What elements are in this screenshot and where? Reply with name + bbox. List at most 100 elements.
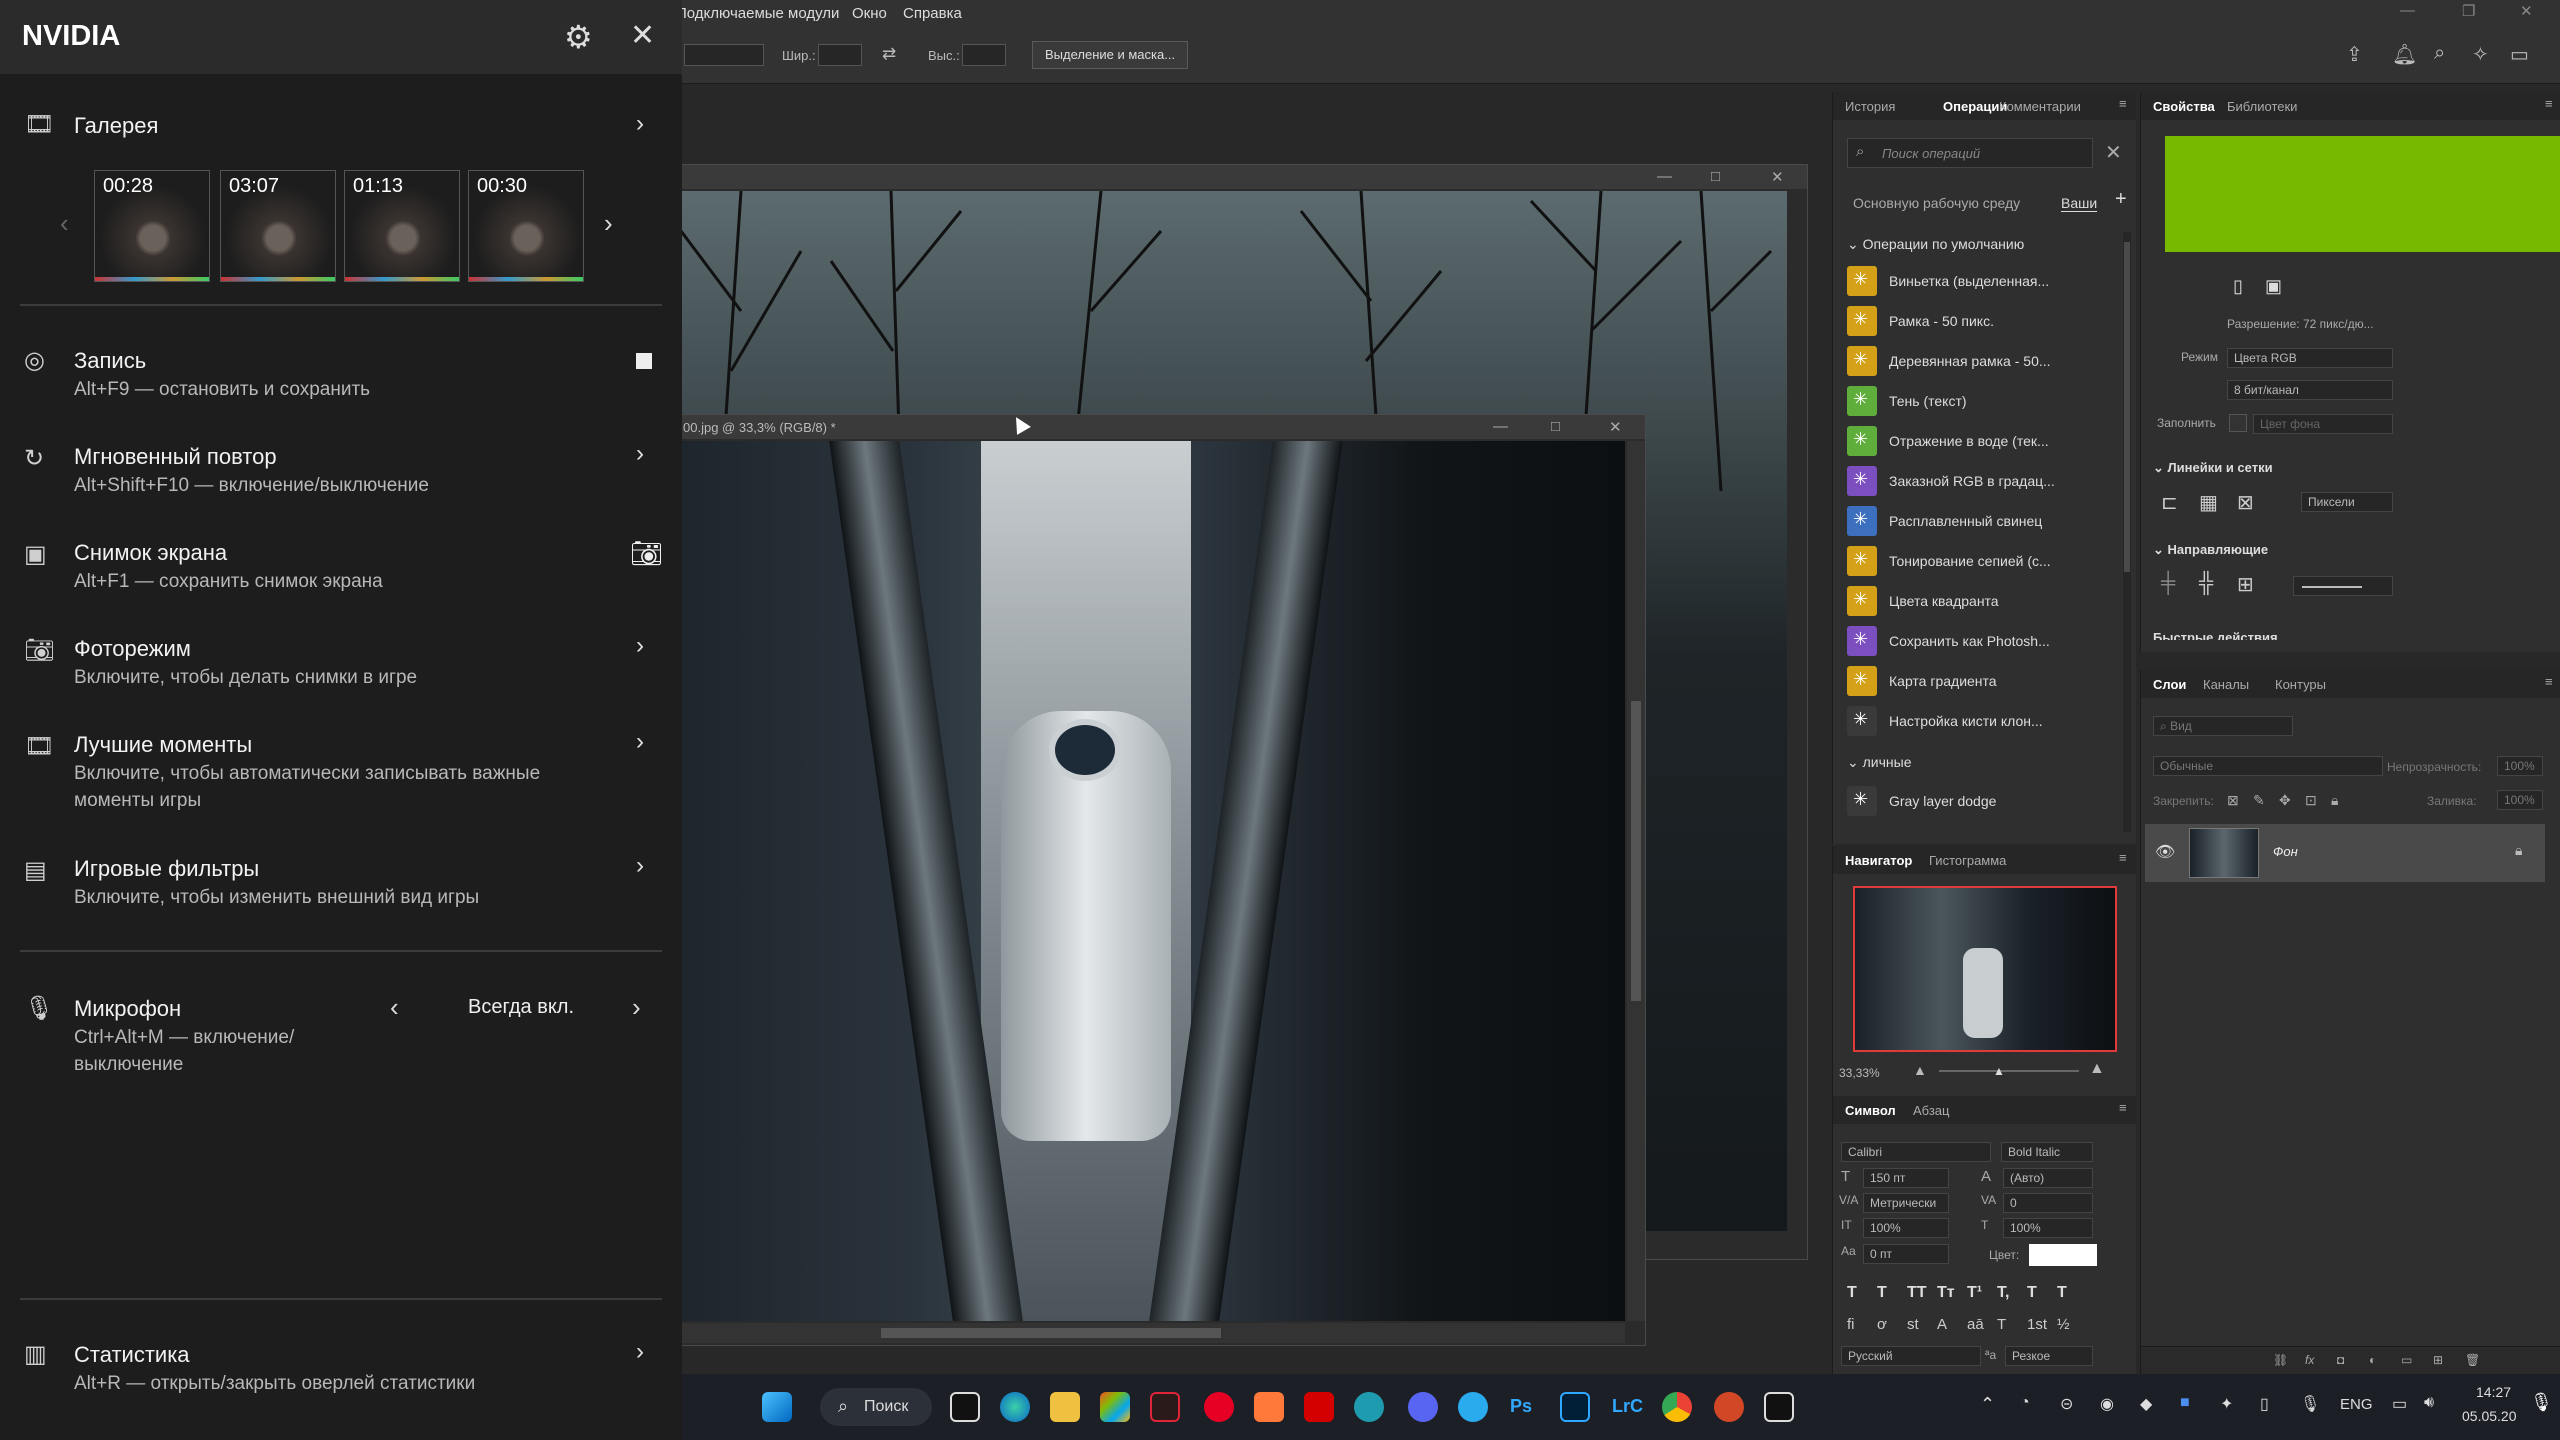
explorer-icon[interactable]: [1050, 1392, 1080, 1422]
glyph-button[interactable]: TT: [1907, 1284, 1927, 1302]
smart-guide-icon[interactable]: ⊞: [2237, 572, 2254, 597]
network-icon[interactable]: ▭: [2392, 1394, 2407, 1414]
zoom-slider-handle[interactable]: ▲: [1993, 1064, 2005, 1078]
tray-icon-4[interactable]: ■: [2180, 1394, 2190, 1412]
layer-filter-input[interactable]: ⌕ Вид: [2153, 716, 2293, 736]
adjustment-icon[interactable]: ◐: [2369, 1353, 2376, 1367]
guide-style-select[interactable]: [2293, 576, 2393, 596]
leading-input[interactable]: (Авто): [2003, 1168, 2093, 1188]
lock-all-icon[interactable]: 🔒︎: [2331, 792, 2338, 809]
font-style-select[interactable]: Bold Italic: [2001, 1142, 2093, 1162]
opentype-button[interactable]: aā: [1967, 1316, 1984, 1333]
lock-transparency-icon[interactable]: ⊠: [2227, 792, 2239, 809]
edge-icon[interactable]: [1000, 1392, 1030, 1422]
actions-search-input[interactable]: ⌕ Поиск операций: [1847, 138, 2093, 168]
tracking-input[interactable]: 0: [2003, 1193, 2093, 1213]
tab-histogram[interactable]: Гистограмма: [1929, 853, 2006, 868]
menu-window[interactable]: Окно: [852, 5, 887, 22]
opentype-button[interactable]: fi: [1847, 1316, 1855, 1333]
language-select[interactable]: Русский: [1841, 1346, 1981, 1366]
doc-front-titlebar[interactable]: 00.jpg @ 33,3% (RGB/8) * — □ ✕: [601, 415, 1645, 439]
font-family-select[interactable]: Calibri: [1841, 1142, 1991, 1162]
ruler-icon[interactable]: ⊏: [2161, 490, 2178, 515]
mask-icon[interactable]: ◘: [2337, 1353, 2344, 1367]
glyph-button[interactable]: T: [2057, 1284, 2067, 1302]
text-color-swatch[interactable]: [2029, 1244, 2097, 1266]
image-icon[interactable]: ▣: [2265, 276, 2282, 297]
chevron-right-icon[interactable]: ›: [632, 992, 641, 1023]
menu-plugins[interactable]: Подключаемые модули: [676, 5, 839, 22]
glyph-button[interactable]: Tт: [1937, 1284, 1955, 1302]
chevron-right-icon[interactable]: ›: [636, 440, 644, 468]
maximize-icon[interactable]: □: [1551, 418, 1560, 435]
record-title[interactable]: Запись: [74, 348, 146, 374]
fx-icon[interactable]: fx: [2305, 1353, 2314, 1367]
glyph-button[interactable]: T: [1877, 1284, 1887, 1302]
mic-tray-icon[interactable]: 🎙︎: [2530, 1392, 2553, 1413]
close-icon[interactable]: ✕: [1609, 418, 1622, 436]
link-icon[interactable]: ⛓︎: [2273, 1353, 2288, 1367]
screenshot-title[interactable]: Снимок экрана: [74, 540, 227, 566]
opentype-button[interactable]: A: [1937, 1316, 1947, 1333]
document-window-front[interactable]: 00.jpg @ 33,3% (RGB/8) * — □ ✕: [600, 414, 1646, 1346]
telegram-icon[interactable]: [1458, 1392, 1488, 1422]
photo-mode-title[interactable]: Фоторежим: [74, 636, 191, 662]
language-indicator[interactable]: ENG: [2340, 1396, 2373, 1413]
action-item[interactable]: Сохранить как Photosh...: [1847, 624, 2050, 658]
volume-icon[interactable]: 🔊︎: [2424, 1394, 2434, 1412]
grid-icon[interactable]: ▦: [2199, 490, 2218, 515]
vertical-scrollbar[interactable]: [1627, 441, 1645, 1321]
canvas-icon[interactable]: ▯: [2233, 276, 2243, 297]
pinterest-icon[interactable]: [1204, 1392, 1234, 1422]
gallery-thumb[interactable]: 00:28: [94, 170, 210, 282]
layer-row[interactable]: 👁︎ Фон 🔒︎: [2145, 824, 2545, 882]
app-icon-3[interactable]: [1254, 1392, 1284, 1422]
chevron-right-icon[interactable]: ›: [636, 1338, 644, 1366]
panel-menu-icon[interactable]: ≡: [2119, 850, 2127, 865]
lightroom-icon[interactable]: LrC: [1612, 1396, 1643, 1417]
battery-icon[interactable]: ▯: [2260, 1394, 2269, 1414]
opentype-button[interactable]: st: [1907, 1316, 1919, 1333]
folder-icon[interactable]: ▭: [2401, 1353, 2412, 1367]
taskbar-search[interactable]: ⌕ Поиск: [820, 1388, 932, 1426]
glyph-button[interactable]: T: [1847, 1284, 1857, 1302]
glyph-button[interactable]: T¹: [1967, 1284, 1982, 1302]
chrome-icon[interactable]: [1662, 1392, 1692, 1422]
photoshop-taskbar-icon[interactable]: Ps: [1510, 1396, 1532, 1417]
maximize-icon[interactable]: ❐: [2462, 2, 2475, 20]
tab-channels[interactable]: Каналы: [2203, 677, 2249, 692]
chevron-left-icon[interactable]: ‹: [60, 208, 69, 239]
stats-title[interactable]: Статистика: [74, 1342, 190, 1368]
pixel-grid-icon[interactable]: ⊠: [2237, 490, 2254, 515]
depth-select[interactable]: 8 бит/канал: [2227, 380, 2393, 400]
fill-select[interactable]: Цвет фона: [2253, 414, 2393, 434]
menu-help[interactable]: Справка: [903, 5, 962, 22]
workspace-tab[interactable]: Ваши: [2061, 195, 2098, 212]
panel-menu-icon[interactable]: ≡: [2119, 96, 2127, 111]
zoom-out-icon[interactable]: ▲: [1913, 1062, 1927, 1078]
select-mask-button[interactable]: Выделение и маска...: [1032, 41, 1189, 69]
action-item[interactable]: Gray layer dodge: [1847, 784, 1996, 818]
antialias-select[interactable]: Резкое: [2005, 1346, 2093, 1366]
close-icon[interactable]: ✕: [2105, 140, 2122, 165]
close-icon[interactable]: ✕: [2520, 2, 2533, 20]
baseline-input[interactable]: 0 пт: [1863, 1244, 1949, 1264]
tab-layers[interactable]: Слои: [2153, 677, 2186, 692]
new-layer-icon[interactable]: ⊞: [2433, 1353, 2443, 1367]
microphone-mode-value[interactable]: Всегда вкл.: [468, 996, 574, 1019]
opentype-button[interactable]: 1st: [2027, 1316, 2047, 1333]
opacity-input[interactable]: 100%: [2497, 756, 2543, 776]
store-icon[interactable]: [1100, 1392, 1130, 1422]
panel-menu-icon[interactable]: ≡: [2119, 1100, 2127, 1115]
tray-icon-1[interactable]: ◔: [2020, 1394, 2030, 1412]
stop-icon[interactable]: [636, 353, 652, 369]
tab-libraries[interactable]: Библиотеки: [2227, 99, 2297, 114]
photoshop-alt-icon[interactable]: [1560, 1392, 1590, 1422]
height-input[interactable]: [962, 44, 1006, 66]
chevron-left-icon[interactable]: ‹: [390, 992, 399, 1023]
quick-actions-section[interactable]: Быстрые действия: [2153, 630, 2278, 640]
chevron-right-icon[interactable]: ›: [636, 110, 644, 138]
app-icon-2[interactable]: [1150, 1392, 1180, 1422]
workspace-label[interactable]: Основную рабочую среду: [1853, 195, 2020, 211]
action-item[interactable]: Тонирование сепией (с...: [1847, 544, 2051, 578]
